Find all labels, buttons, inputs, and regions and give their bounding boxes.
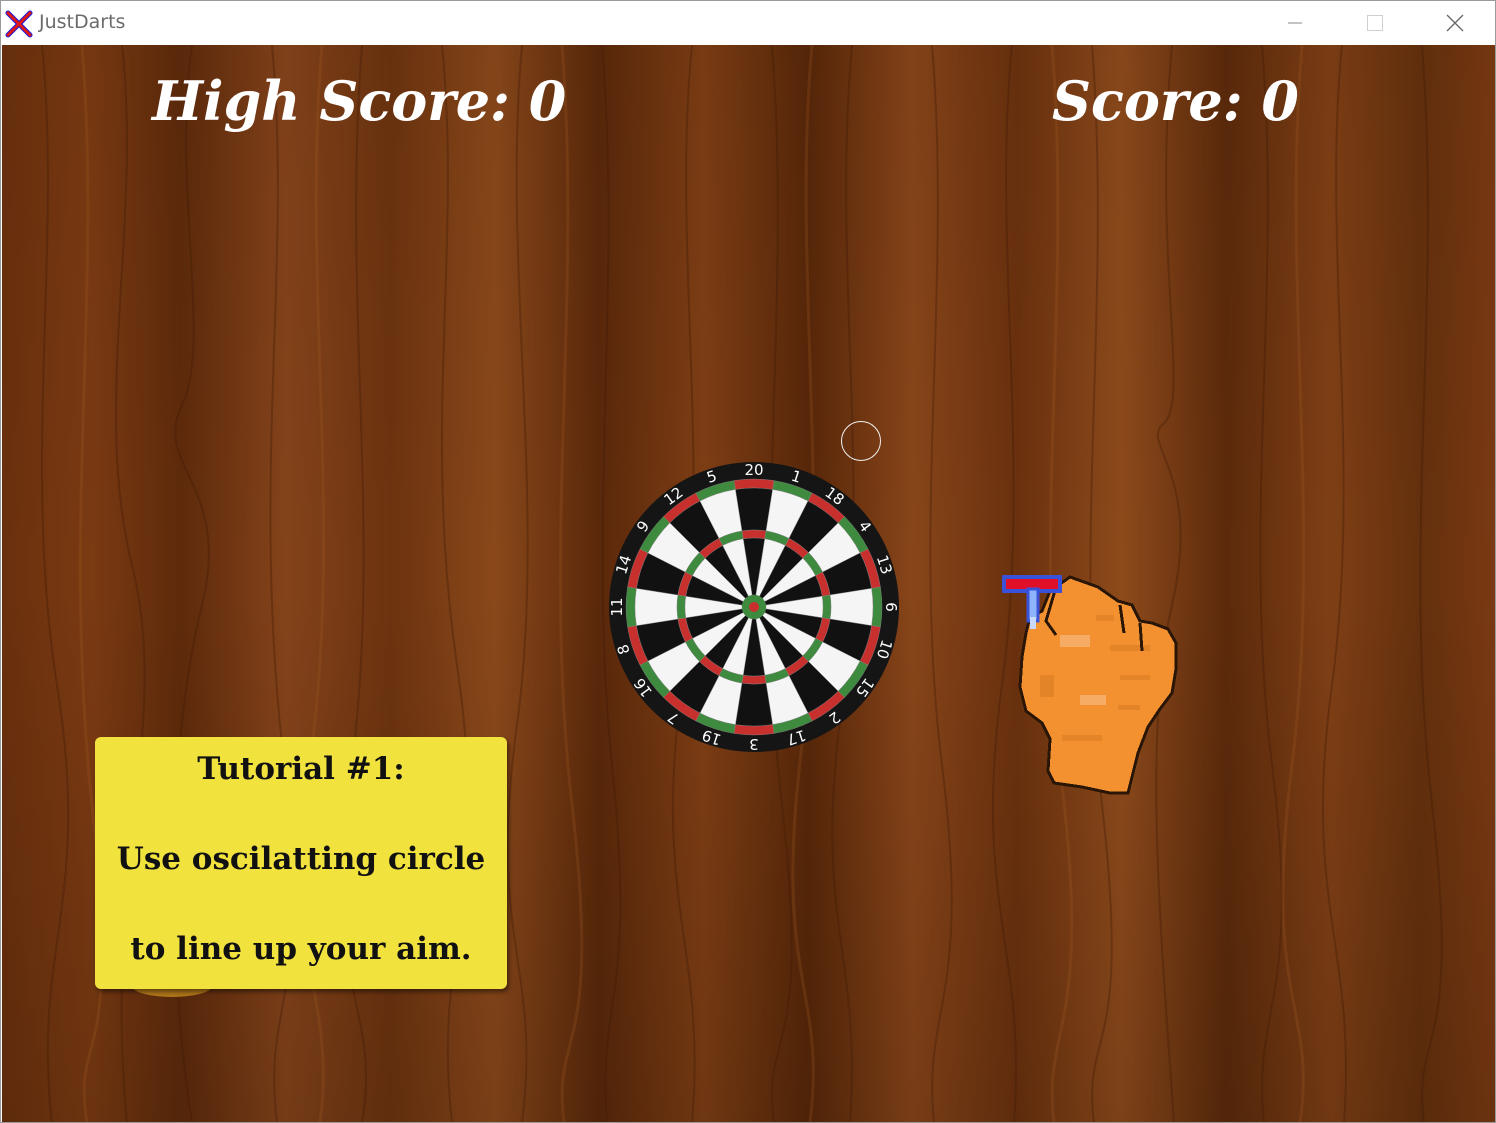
hand-holding-dart-icon[interactable] <box>1000 525 1182 797</box>
dartboard-segments <box>625 478 883 736</box>
dartboard[interactable]: 20 11841361015217319716811149125 <box>608 461 900 753</box>
dartboard-number: 20 <box>744 461 763 479</box>
tutorial-text-line-1: Use oscilatting circle <box>116 841 486 877</box>
segment-20-treble <box>741 529 767 540</box>
segment-3-treble <box>741 674 767 685</box>
minimize-icon <box>1288 22 1302 24</box>
close-icon <box>1446 14 1464 32</box>
maximize-button[interactable] <box>1335 1 1415 45</box>
dartboard-number: 6 <box>882 602 900 612</box>
score-label: Score: 0 <box>1052 69 1300 133</box>
tutorial-title: Tutorial #1: <box>197 751 405 787</box>
game-canvas[interactable]: High Score: 0 Score: 0 20 1 18 4 13 6 10 15 2 17 3… <box>2 45 1495 1122</box>
segment-6-treble <box>821 594 832 620</box>
minimize-button[interactable] <box>1255 1 1335 45</box>
tutorial-text-line-2: to line up your aim. <box>130 931 472 967</box>
app-icon <box>5 10 33 38</box>
title-bar[interactable]: JustDarts <box>1 1 1495 45</box>
tutorial-panel: Tutorial #1: Use oscilatting circle to l… <box>95 737 507 989</box>
window-title: JustDarts <box>39 11 126 33</box>
game-window: JustDarts High Score: 0 Score: 0 20 1 18… <box>0 0 1496 1123</box>
high-score-label: High Score: 0 <box>152 69 567 133</box>
dartboard-number: 11 <box>608 597 626 616</box>
aim-circle[interactable] <box>841 421 881 461</box>
segment-11-treble <box>676 594 687 620</box>
close-button[interactable] <box>1415 1 1495 45</box>
dartboard-number: 3 <box>749 735 759 753</box>
bullseye <box>749 602 759 612</box>
maximize-icon <box>1367 15 1383 31</box>
